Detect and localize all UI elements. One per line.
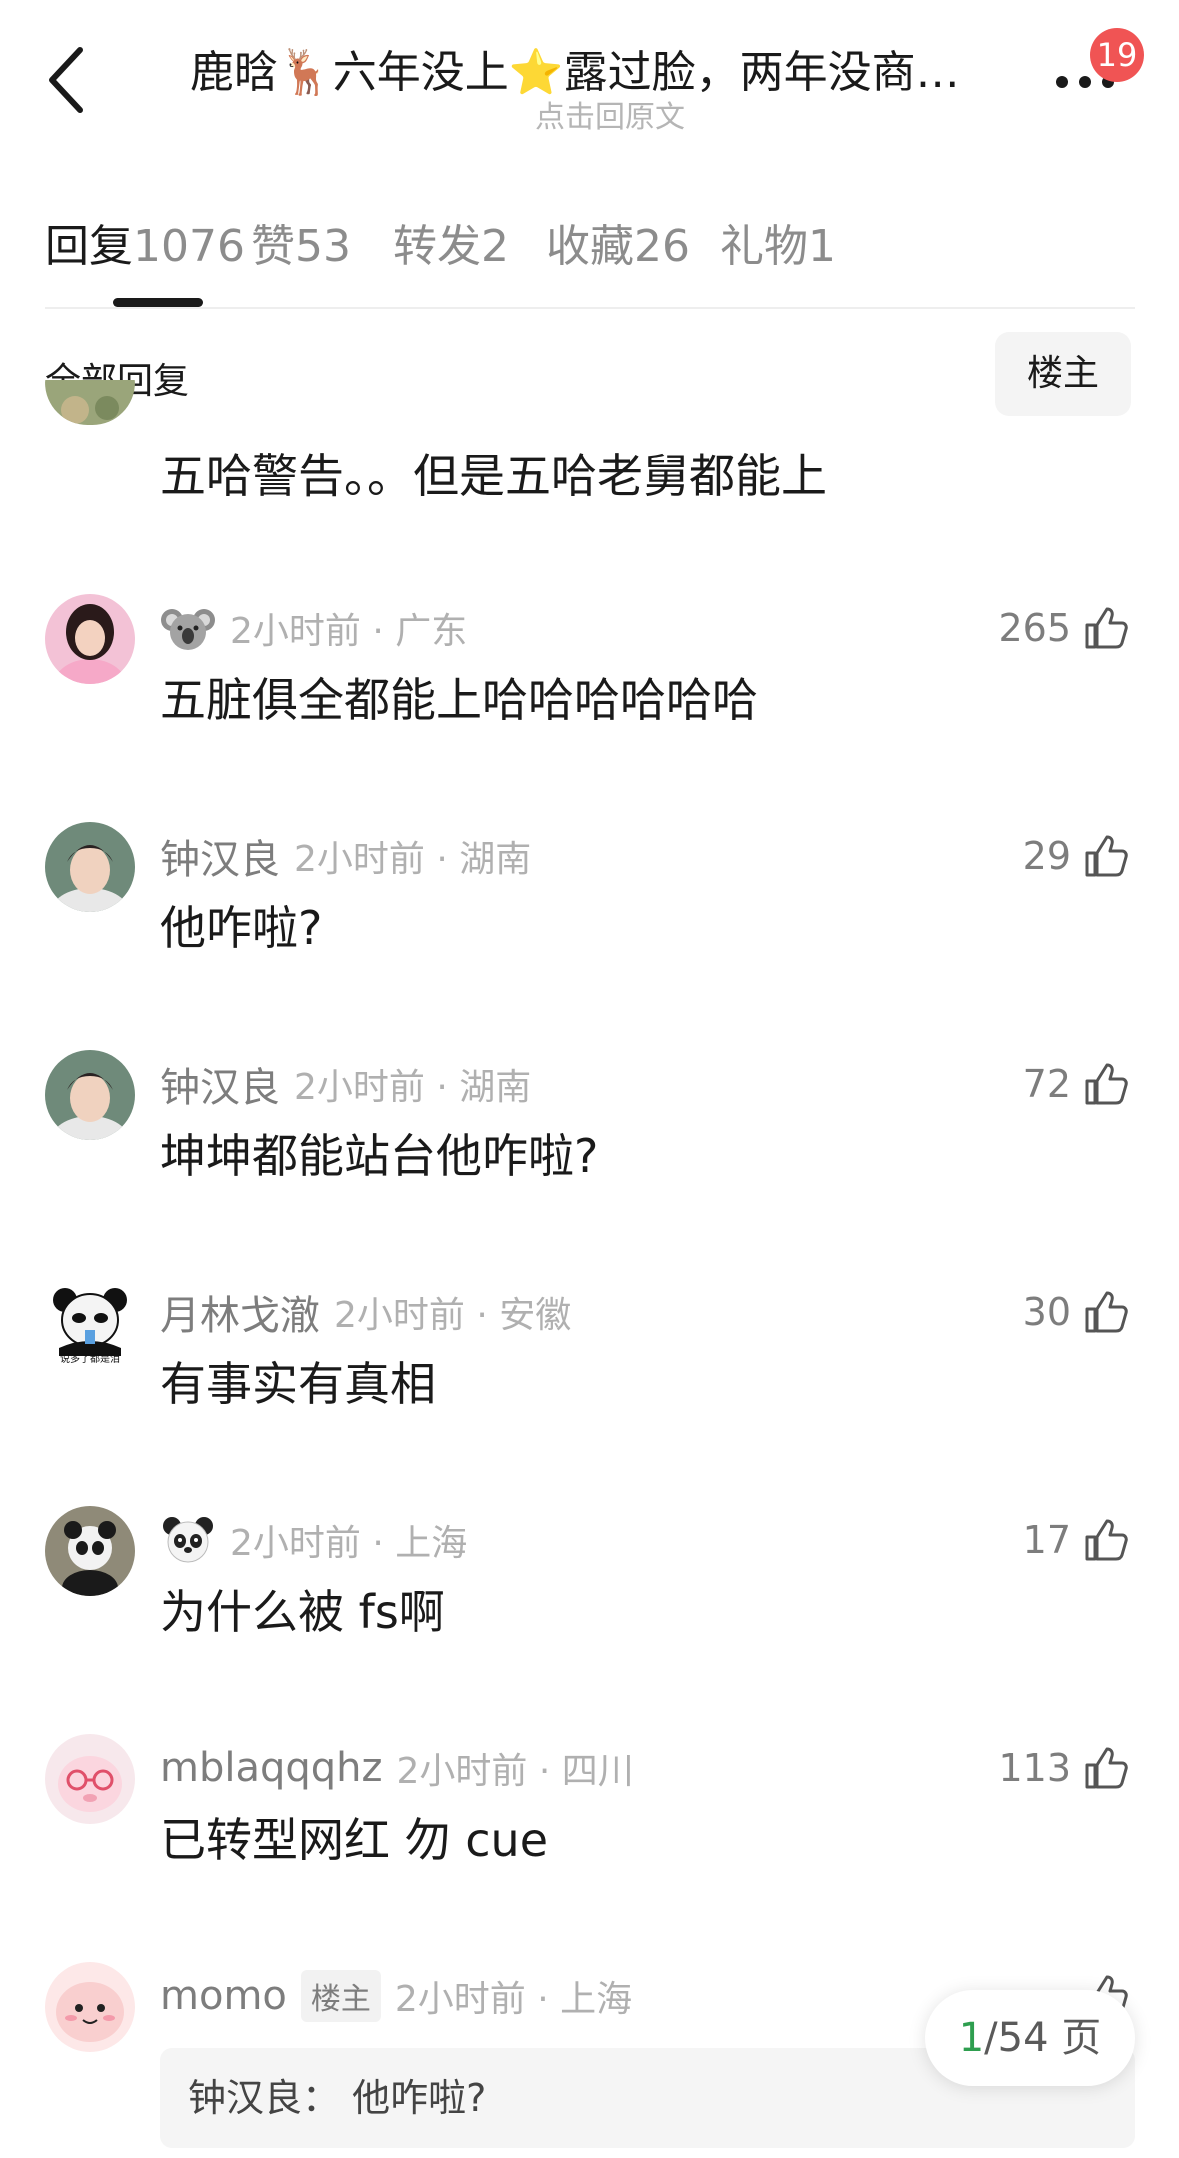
avatar[interactable]	[45, 822, 135, 912]
comment-meta: mblaqqqhz 2小时前 · 四川	[160, 1738, 634, 1798]
comment-meta: 月林戈澈 2小时前 · 安徽	[160, 1282, 571, 1342]
notification-badge: 19	[1090, 28, 1144, 82]
top-bar: 鹿晗🦌六年没上⭐露过脸，两年没商… 点击回原文 19	[0, 0, 1179, 150]
thumbs-up-icon	[1081, 1287, 1131, 1337]
tab-likes[interactable]: 赞53	[251, 210, 351, 274]
list-item: 钟汉良 2小时前 · 湖南 29 他咋啦?	[0, 806, 1179, 1006]
like-button[interactable]: 17	[1023, 1510, 1131, 1570]
avatar-caption: 说多了都是泪	[60, 1354, 120, 1365]
like-button[interactable]: 30	[1023, 1282, 1131, 1342]
like-count: 30	[1022, 1290, 1071, 1334]
current-page: 1	[958, 2015, 985, 2061]
comment-text: 坤坤都能站台他咋啦?	[160, 1129, 599, 1183]
comment-meta: 钟汉良 2小时前 · 湖南	[160, 1054, 531, 1114]
like-count: 113	[998, 1746, 1071, 1790]
tab-count: 1076	[133, 221, 245, 272]
back-to-original-link[interactable]: 点击回原文	[460, 92, 760, 136]
comment-time: 2小时前 · 湖南	[294, 839, 532, 880]
tab-reposts[interactable]: 转发2	[393, 210, 509, 274]
avatar[interactable]	[45, 1506, 135, 1596]
thumbs-up-icon	[1081, 603, 1131, 653]
comment-meta: momo 楼主 2小时前 · 上海	[160, 1966, 632, 2026]
comment-text: 五脏俱全都能上哈哈哈哈哈哈	[160, 673, 758, 727]
tab-count: 53	[295, 221, 351, 272]
comment-time: 2小时前 · 上海	[230, 1523, 468, 1564]
comment-text: 有事实有真相	[160, 1357, 436, 1411]
like-count: 29	[1022, 834, 1071, 878]
list-item: 钟汉良 2小时前 · 湖南 72 坤坤都能站台他咋啦?	[0, 1034, 1179, 1234]
divider	[45, 307, 1135, 309]
username[interactable]: 钟汉良	[160, 827, 280, 885]
username[interactable]: 钟汉良	[160, 1055, 280, 1113]
avatar[interactable]	[45, 1734, 135, 1824]
thumbs-up-icon	[1081, 1059, 1131, 1109]
list-item: mblaqqqhz 2小时前 · 四川 113 已转型网红 勿 cue	[0, 1718, 1179, 1918]
like-button[interactable]: 113	[998, 1738, 1131, 1798]
tab-count: 2	[481, 221, 509, 272]
comment-text: 五哈警告。。但是五哈老舅都能上	[160, 449, 827, 503]
comment-time: 2小时前 · 上海	[394, 1979, 633, 2020]
panda-icon	[160, 1512, 216, 1568]
koala-icon	[160, 600, 216, 656]
tab-label: 回复	[45, 221, 133, 272]
active-tab-indicator	[113, 298, 203, 307]
avatar[interactable]: 说多了都是泪	[45, 1278, 135, 1368]
tab-bar: 回复1076 赞53 转发2 收藏26 礼物1	[45, 210, 1135, 310]
comment-text: 已转型网红 勿 cue	[160, 1813, 548, 1867]
page-indicator[interactable]: 1/54 页	[925, 1990, 1135, 2086]
like-button[interactable]: 72	[1023, 1054, 1131, 1114]
back-icon[interactable]	[40, 40, 100, 120]
tab-count: 26	[634, 221, 690, 272]
thumbs-up-icon	[1081, 1743, 1131, 1793]
like-button[interactable]: 265	[998, 598, 1131, 658]
avatar[interactable]	[45, 1050, 135, 1140]
tab-count: 1	[808, 221, 836, 272]
thumbs-up-icon	[1081, 1515, 1131, 1565]
list-item: 说多了都是泪 月林戈澈 2小时前 · 安徽 30 有事实有真相	[0, 1262, 1179, 1462]
comment-time: 2小时前 · 安徽	[334, 1295, 572, 1336]
tab-replies[interactable]: 回复1076	[45, 210, 245, 274]
list-item: 2小时前 · 上海 17 为什么被 fs啊	[0, 1490, 1179, 1690]
comment-time: 2小时前 · 广东	[230, 611, 468, 652]
tab-label: 赞	[251, 221, 295, 272]
list-item: 五哈警告。。但是五哈老舅都能上	[0, 380, 1179, 520]
username[interactable]: momo	[160, 1973, 287, 2019]
thumbs-up-icon	[1081, 831, 1131, 881]
avatar[interactable]	[45, 1962, 135, 2052]
post-title[interactable]: 鹿晗🦌六年没上⭐露过脸，两年没商…	[190, 36, 1000, 100]
tab-label: 转发	[393, 221, 481, 272]
comment-time: 2小时前 · 四川	[396, 1751, 634, 1792]
tab-favorites[interactable]: 收藏26	[546, 210, 690, 274]
username[interactable]: mblaqqqhz	[160, 1745, 383, 1791]
like-count: 72	[1022, 1062, 1071, 1106]
like-button[interactable]: 29	[1023, 826, 1131, 886]
comment-time: 2小时前 · 湖南	[294, 1067, 532, 1108]
like-count: 265	[998, 606, 1071, 650]
username[interactable]: 月林戈澈	[160, 1283, 320, 1341]
list-item: 2小时前 · 广东 265 五脏俱全都能上哈哈哈哈哈哈	[0, 578, 1179, 778]
comment-meta: 2小时前 · 上海	[160, 1510, 467, 1570]
owner-badge: 楼主	[300, 1970, 381, 2022]
avatar[interactable]	[45, 594, 135, 684]
comment-meta: 2小时前 · 广东	[160, 598, 467, 658]
comment-text: 为什么被 fs啊	[160, 1585, 445, 1639]
comment-meta: 钟汉良 2小时前 · 湖南	[160, 826, 531, 886]
tab-label: 收藏	[546, 221, 634, 272]
tab-label: 礼物	[720, 221, 808, 272]
comment-text: 他咋啦?	[160, 901, 323, 955]
total-pages: /54 页	[984, 2015, 1102, 2061]
like-count: 17	[1022, 1518, 1071, 1562]
tab-gifts[interactable]: 礼物1	[720, 210, 836, 274]
